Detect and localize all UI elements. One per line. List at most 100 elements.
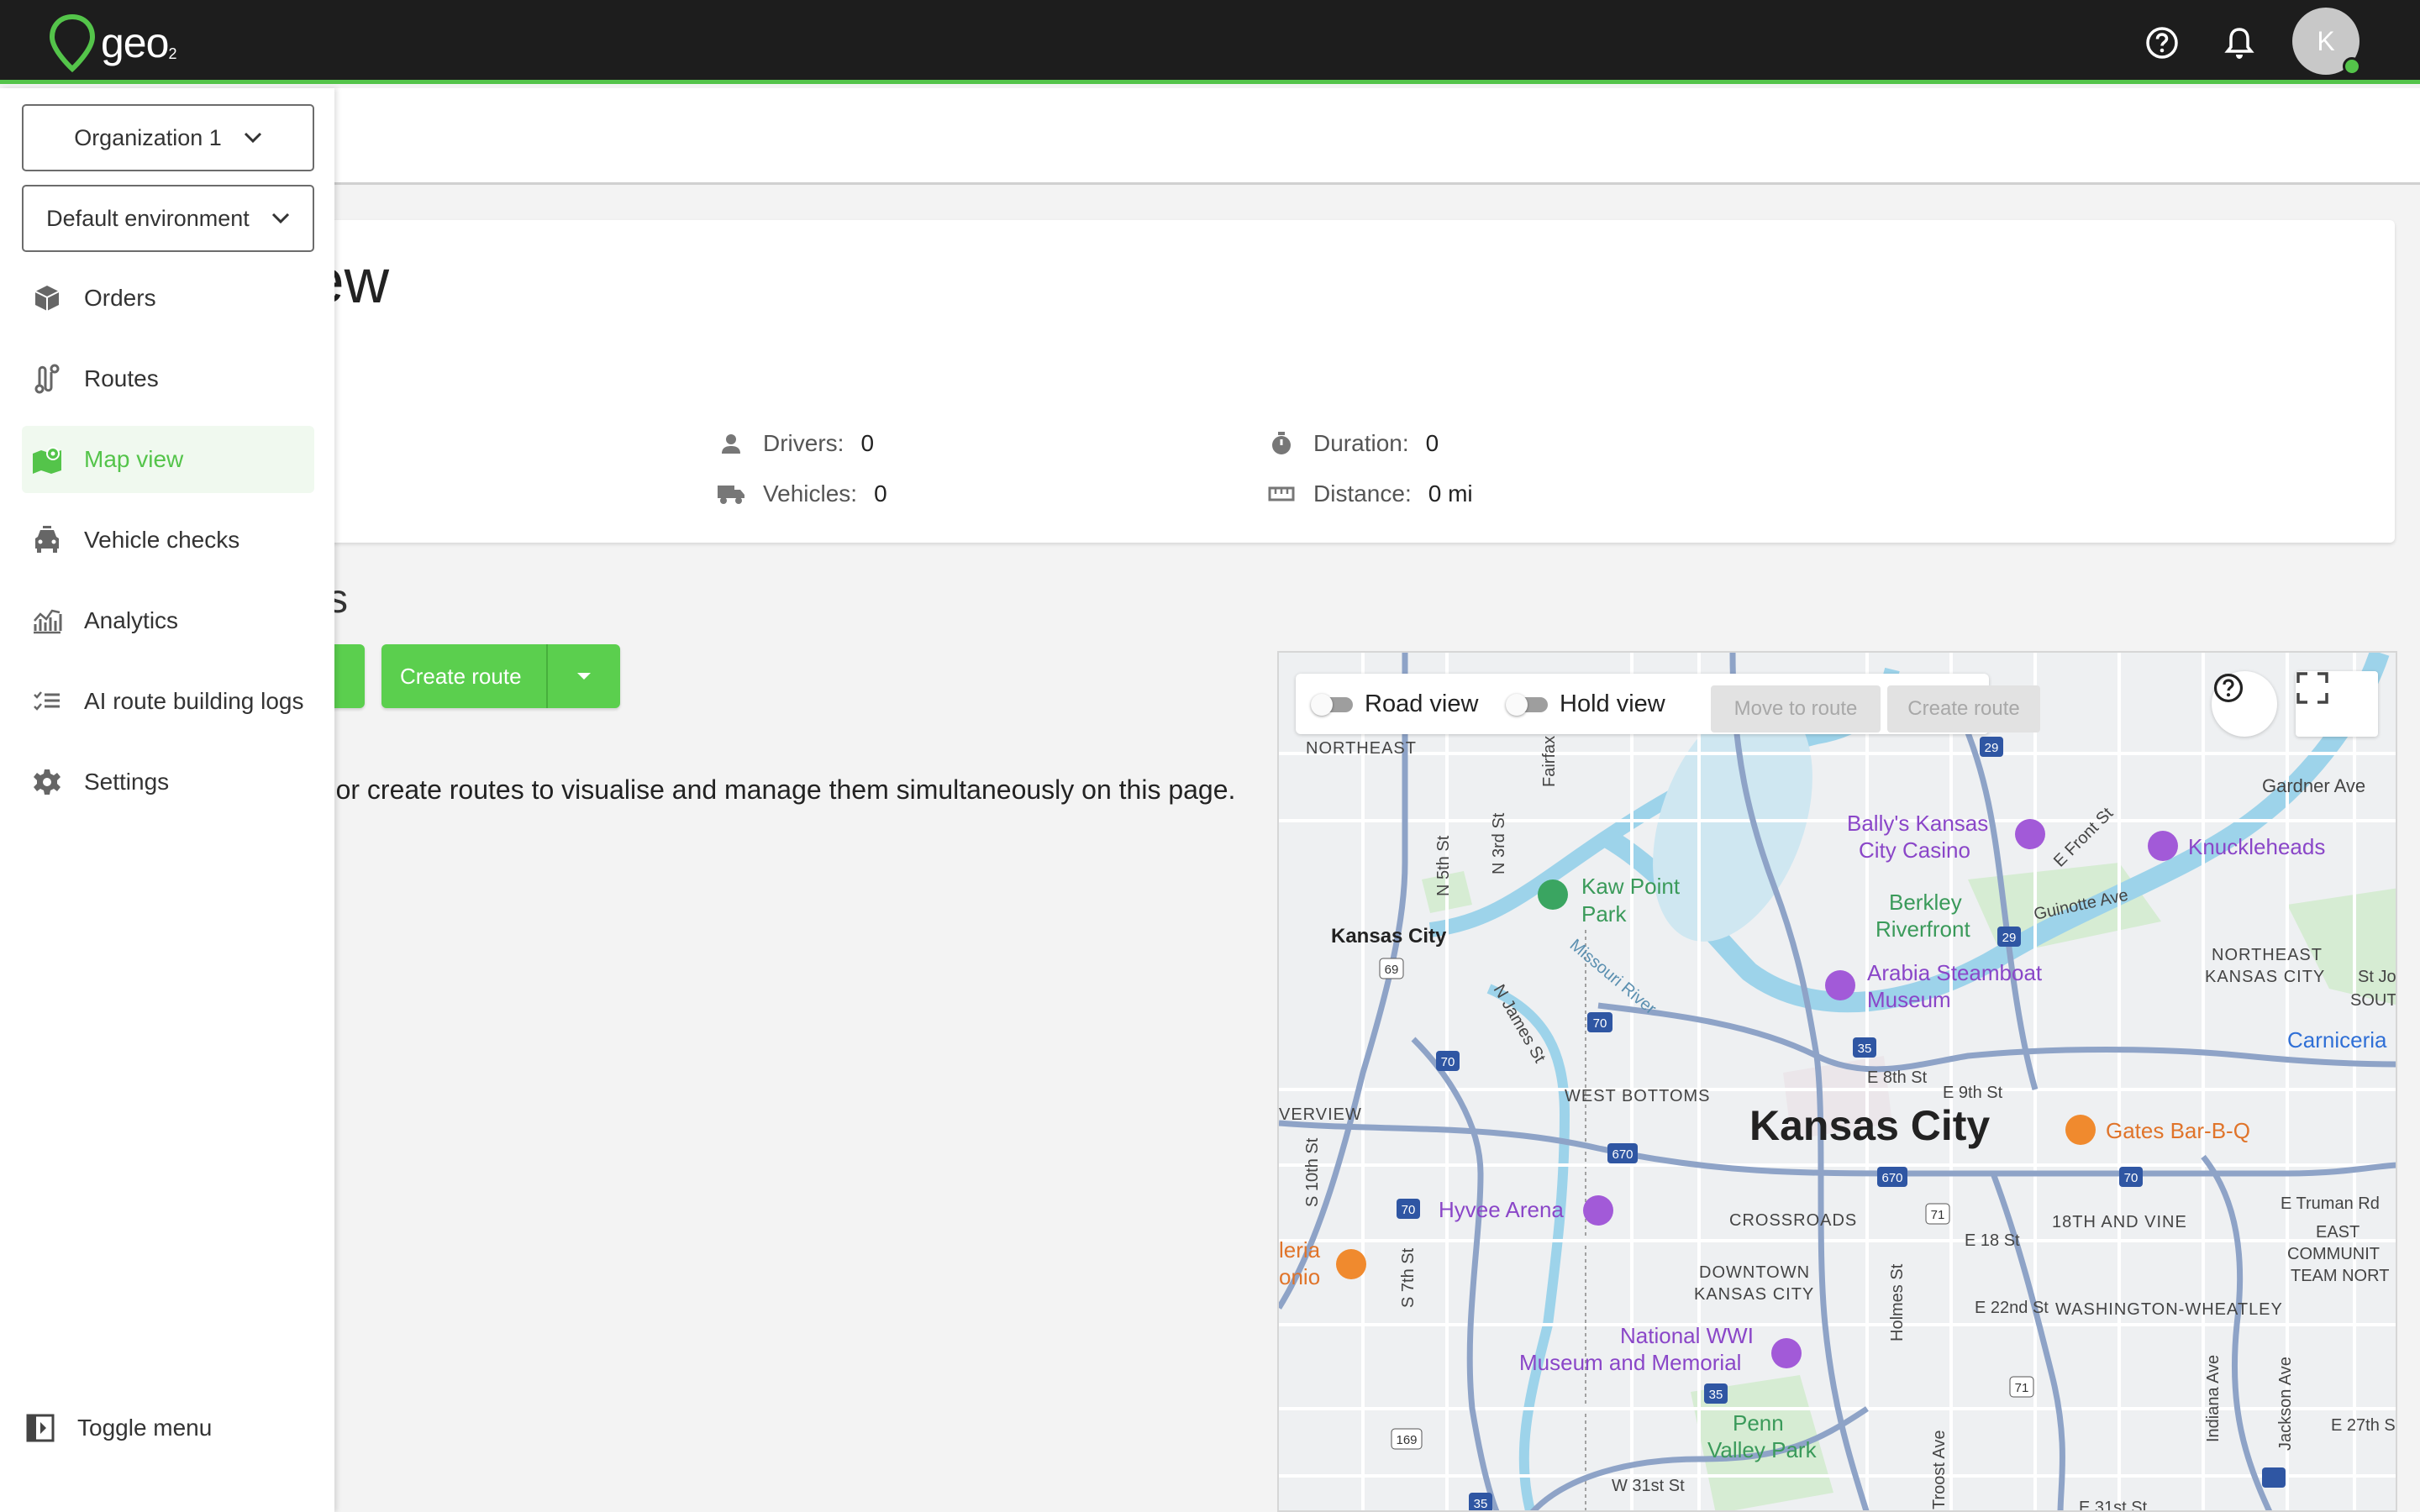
avatar-initial: K [2317, 25, 2335, 56]
sidebar-item-label: AI route building logs [84, 688, 304, 714]
svg-text:E Truman Rd: E Truman Rd [2281, 1194, 2380, 1213]
svg-text:E Front St: E Front St [2050, 804, 2118, 871]
fullscreen-button[interactable] [2296, 671, 2378, 737]
routes-icon [30, 362, 64, 396]
svg-text:Museum and Memorial: Museum and Memorial [1519, 1350, 1741, 1375]
top-bar: geo 2 K [0, 0, 2420, 84]
svg-text:Museum: Museum [1867, 987, 1951, 1012]
svg-text:169: 169 [1396, 1433, 1417, 1447]
svg-text:Troost Ave: Troost Ave [1930, 1431, 1949, 1510]
sidebar-item-label: Settings [84, 769, 170, 795]
logo-subscript: 2 [168, 45, 177, 62]
sidebar: Organization 1 Default environment Order… [0, 88, 334, 1512]
stopwatch-icon [1265, 430, 1298, 457]
sidebar-item-routes[interactable]: Routes [22, 345, 314, 412]
svg-text:Arabia Steamboat: Arabia Steamboat [1867, 960, 2043, 985]
create-route-split-button: Create route [381, 644, 620, 708]
svg-text:National WWI: National WWI [1620, 1323, 1754, 1348]
map-create-route-button[interactable]: Create route [1887, 685, 2040, 732]
svg-text:71: 71 [2015, 1381, 2029, 1395]
svg-text:onio: onio [1279, 1264, 1320, 1289]
road-view-toggle[interactable] [1311, 694, 1355, 716]
svg-text:670: 670 [1881, 1171, 1902, 1185]
svg-text:Bally's Kansas: Bally's Kansas [1847, 811, 1988, 836]
svg-text:KANSAS CITY: KANSAS CITY [1694, 1285, 1814, 1304]
move-to-route-button[interactable]: Move to route [1711, 685, 1881, 732]
vehicles-stat: Vehicles: 0 [714, 480, 887, 507]
distance-stat: Distance: 0 mi [1265, 480, 1473, 507]
svg-text:Park: Park [1581, 901, 1627, 927]
svg-text:69: 69 [1385, 963, 1399, 977]
environment-select[interactable]: Default environment [22, 185, 314, 252]
svg-text:Kansas City: Kansas City [1331, 925, 1447, 948]
help-icon[interactable] [2143, 24, 2181, 62]
notifications-bell-icon[interactable] [2220, 24, 2259, 62]
svg-text:Berkley: Berkley [1889, 890, 1962, 915]
sidebar-item-label: Map view [84, 446, 184, 472]
svg-text:N 3rd St: N 3rd St [1490, 812, 1508, 874]
sidebar-item-settings[interactable]: Settings [22, 748, 314, 816]
svg-text:leria: leria [1279, 1237, 1321, 1263]
svg-text:Gardner Ave: Gardner Ave [2262, 775, 2365, 796]
svg-text:EAST: EAST [2316, 1223, 2360, 1242]
svg-text:DOWNTOWN: DOWNTOWN [1699, 1263, 1810, 1282]
duration-stat: Duration: 0 [1265, 430, 1439, 457]
toggle-menu-button[interactable]: Toggle menu [22, 1394, 212, 1462]
sidebar-item-ai-route-building-logs[interactable]: AI route building logs [22, 668, 314, 735]
svg-text:Holmes St: Holmes St [1888, 1263, 1907, 1341]
vehicles-label: Vehicles: [763, 480, 858, 507]
svg-text:NORTHEAST: NORTHEAST [1306, 739, 1417, 758]
svg-text:E 22nd St: E 22nd St [1975, 1299, 2049, 1317]
toggle-menu-label: Toggle menu [77, 1415, 213, 1441]
svg-text:KANSAS CITY: KANSAS CITY [2205, 968, 2325, 986]
svg-text:City Casino: City Casino [1859, 837, 1970, 863]
svg-text:Carniceria: Carniceria [2287, 1027, 2387, 1053]
svg-text:70: 70 [1402, 1203, 1416, 1217]
svg-text:18TH AND VINE: 18TH AND VINE [2052, 1213, 2187, 1231]
svg-text:35: 35 [1474, 1497, 1488, 1511]
svg-text:E 18 St: E 18 St [1965, 1231, 2020, 1250]
sidebar-item-label: Vehicle checks [84, 527, 240, 553]
svg-text:COMMUNIT: COMMUNIT [2287, 1245, 2380, 1263]
fullscreen-icon [2296, 672, 2328, 704]
svg-text:CROSSROADS: CROSSROADS [1729, 1211, 1857, 1230]
sidebar-item-analytics[interactable]: Analytics [22, 587, 314, 654]
map-toolbar: Road view Hold view Move to route Create… [1296, 674, 2040, 734]
svg-text:70: 70 [1593, 1016, 1607, 1031]
person-icon [714, 430, 748, 457]
vehicles-value: 0 [874, 480, 887, 507]
svg-text:E 27th St: E 27th St [2331, 1416, 2397, 1435]
svg-text:Kansas City: Kansas City [1749, 1102, 1990, 1149]
svg-text:29: 29 [1985, 741, 1999, 755]
ruler-icon [1265, 480, 1298, 507]
package-icon [30, 281, 64, 315]
svg-text:70: 70 [2124, 1171, 2139, 1185]
svg-text:Knuckleheads: Knuckleheads [2188, 834, 2325, 859]
svg-text:W 31st St: W 31st St [1612, 1477, 1685, 1495]
svg-text:71: 71 [1931, 1208, 1945, 1222]
vehicle-icon [30, 523, 64, 557]
geo-logo[interactable]: geo 2 [49, 13, 176, 72]
svg-text:E 9th St: E 9th St [1943, 1084, 2003, 1102]
svg-text:Penn: Penn [1733, 1410, 1784, 1436]
sidebar-item-map-view[interactable]: Map view [22, 426, 314, 493]
map-canvas[interactable]: 69 70 70 35 670 670 70 71 29 29 35 169 3… [1279, 653, 2397, 1512]
create-route-dropdown-toggle[interactable] [548, 644, 620, 708]
empty-state-text: or create routes to visualise and manage… [335, 774, 1236, 805]
organization-select[interactable]: Organization 1 [22, 104, 314, 171]
svg-text:Hyvee Arena: Hyvee Arena [1439, 1197, 1564, 1222]
hold-view-toggle[interactable] [1506, 694, 1549, 716]
logo-text: geo [101, 19, 169, 66]
svg-text:WASHINGTON-WHEATLEY: WASHINGTON-WHEATLEY [2055, 1300, 2283, 1319]
create-route-button[interactable]: Create route [381, 664, 546, 690]
map-help-button[interactable] [2212, 671, 2277, 737]
duration-label: Duration: [1313, 430, 1409, 456]
svg-text:S 7th St: S 7th St [1399, 1247, 1418, 1308]
svg-text:E 8th St: E 8th St [1867, 1068, 1928, 1087]
map-view[interactable]: 69 70 70 35 670 670 70 71 29 29 35 169 3… [1277, 651, 2397, 1512]
duration-value: 0 [1425, 430, 1439, 456]
sidebar-item-orders[interactable]: Orders [22, 265, 314, 332]
online-status-dot [2343, 57, 2361, 76]
svg-text:SOUT: SOUT [2350, 991, 2397, 1010]
sidebar-item-vehicle-checks[interactable]: Vehicle checks [22, 507, 314, 574]
